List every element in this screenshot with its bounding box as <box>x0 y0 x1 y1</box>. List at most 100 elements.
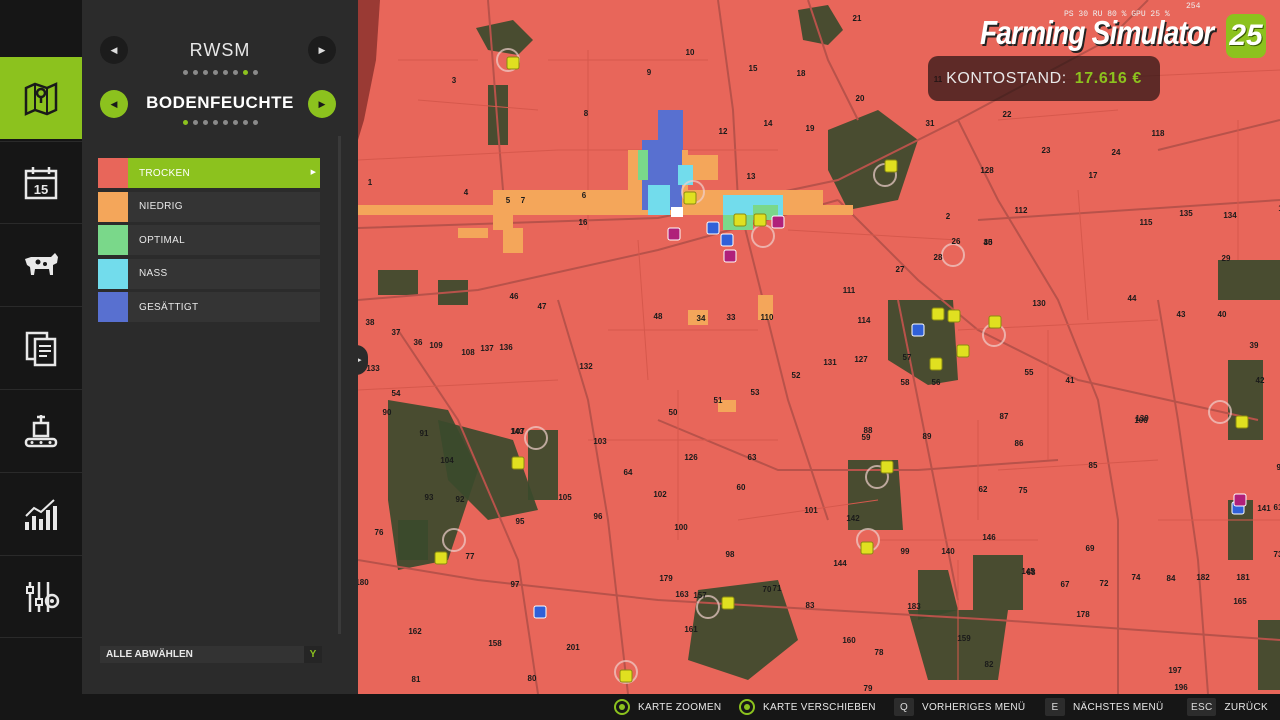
legend-item-optimal[interactable]: OPTIMAL <box>98 225 320 255</box>
field-number-label: 61 <box>1274 503 1280 512</box>
legend-swatch <box>98 158 128 188</box>
field-number-label: 53 <box>751 388 760 397</box>
field-number-label: 78 <box>875 648 884 657</box>
rail-map[interactable] <box>0 57 82 139</box>
yellow-poi-icon <box>947 309 961 323</box>
rail-settings[interactable] <box>0 555 82 637</box>
title-next-button[interactable]: ▶ <box>308 36 336 64</box>
field-number-label: 31 <box>926 119 935 128</box>
legend-item-gesaettigt[interactable]: GESÄTTIGT <box>98 292 320 322</box>
field-number-label: 111 <box>843 286 856 295</box>
legend-label: OPTIMAL <box>139 234 185 246</box>
saturated-area <box>658 110 683 150</box>
field-number-label: 10 <box>686 48 695 57</box>
field-number-label: 85 <box>1089 461 1098 470</box>
legend-label: NIEDRIG <box>139 201 183 212</box>
low-moisture-strip <box>358 205 493 215</box>
deselect-all-label: ALLE ABWÄHLEN <box>106 649 193 660</box>
wet-area <box>648 185 670 215</box>
field-number-label: 17 <box>1089 171 1098 180</box>
field-number-label: 94 <box>1277 463 1280 472</box>
field-number-label: 109 <box>429 341 443 350</box>
page-dot <box>232 70 238 75</box>
field-number-label: 8 <box>584 109 589 118</box>
field-number-label: 162 <box>408 627 422 636</box>
production-icon <box>24 414 58 447</box>
yellow-poi-icon <box>721 596 735 610</box>
field-number-label: 84 <box>1167 574 1176 583</box>
field-number-label: 47 <box>538 302 547 311</box>
field-number-label: 97 <box>511 580 520 589</box>
map-filter-panel: ◀ RWSM ▶ ◀ BODENFEUCHTE ▶ TROCKEN ▶ NIED… <box>82 0 358 694</box>
shop-poi-icon <box>723 249 737 263</box>
field-number-label: 136 <box>499 343 513 352</box>
yellow-poi-icon <box>753 213 767 227</box>
field-number-label: 5 <box>506 196 511 205</box>
hint-back[interactable]: ESC ZURÜCK <box>1187 694 1268 720</box>
subtitle-next-button[interactable]: ▶ <box>308 90 336 118</box>
field-number-label: 131 <box>823 358 837 367</box>
panel-scrollbar[interactable] <box>338 136 341 634</box>
soil-moisture-map[interactable]: 2110151893208141912111331222324171181456… <box>358 0 1280 694</box>
rail-production[interactable] <box>0 389 82 471</box>
hint-previous-menu[interactable]: Q VORHERIGES MENÜ <box>894 694 1025 720</box>
prev-key: Q <box>894 698 914 716</box>
field-number-label: 58 <box>901 378 910 387</box>
legend-item-trocken[interactable]: TROCKEN ▶ <box>98 158 320 188</box>
field-number-label: 141 <box>1257 504 1271 513</box>
back-key: ESC <box>1187 698 1217 716</box>
contracts-icon <box>25 331 57 366</box>
field-number-label: 75 <box>1019 486 1028 495</box>
field-number-label: 118 <box>1152 129 1165 138</box>
legend-item-niedrig[interactable]: NIEDRIG <box>98 191 320 222</box>
rail-statistics[interactable] <box>0 472 82 554</box>
page-dot <box>222 70 228 75</box>
page-dot <box>192 70 198 75</box>
field-number-label: 144 <box>833 559 847 568</box>
field-number-label: 92 <box>456 495 465 504</box>
field-number-label: 39 <box>1250 341 1259 350</box>
field-number-label: 163 <box>675 590 689 599</box>
field-number-label: 51 <box>714 396 723 405</box>
field-number-label: 2 <box>946 212 951 221</box>
field-number-label: 22 <box>1003 110 1012 119</box>
field-number-label: 38 <box>366 318 375 327</box>
field-number-label: 130 <box>1032 299 1046 308</box>
title-page-dots <box>82 70 358 75</box>
forest-area <box>973 555 1023 610</box>
logo-text: Farming Simulator <box>980 14 1214 51</box>
legend-item-nass[interactable]: NASS <box>98 258 320 289</box>
rail-calendar[interactable]: 15 <box>0 141 82 223</box>
field-number-label: 4 <box>464 188 469 197</box>
rail-contracts[interactable] <box>0 306 82 388</box>
field-number-label: 139 <box>1135 414 1149 423</box>
field-number-label: 157 <box>693 591 707 600</box>
rail-animals[interactable] <box>0 223 82 305</box>
field-number-label: 82 <box>985 660 994 669</box>
field-number-label: 42 <box>1256 376 1265 385</box>
forest-area <box>528 430 558 500</box>
field-number-label: 103 <box>593 437 607 446</box>
page-dot <box>242 70 248 75</box>
hint-move-map[interactable]: KARTE VERSCHIEBEN <box>739 694 876 720</box>
field-number-label: 101 <box>804 506 818 515</box>
field-number-label: 180 <box>358 578 369 587</box>
field-number-label: 110 <box>761 313 774 322</box>
field-number-label: 161 <box>684 625 698 634</box>
statistics-icon <box>25 498 57 530</box>
hint-next-menu[interactable]: E NÄCHSTES MENÜ <box>1045 694 1164 720</box>
field-number-label: 104 <box>440 456 454 465</box>
field-number-label: 43 <box>1177 310 1186 319</box>
field-number-label: 62 <box>979 485 988 494</box>
yellow-poi-icon <box>860 541 874 555</box>
hint-zoom-map[interactable]: KARTE ZOOMEN <box>614 694 721 720</box>
page-dot <box>202 120 208 125</box>
forest-area <box>1218 260 1280 300</box>
legend-label: NASS <box>139 268 168 279</box>
field-number-label: 179 <box>659 574 673 583</box>
yellow-poi-icon <box>884 159 898 173</box>
low-moisture-area <box>493 215 513 230</box>
deselect-all-button[interactable]: ALLE ABWÄHLEN Y <box>100 646 322 663</box>
field-number-label: 23 <box>1042 146 1051 155</box>
map-canvas[interactable]: 2110151893208141912111331222324171181456… <box>358 0 1280 694</box>
